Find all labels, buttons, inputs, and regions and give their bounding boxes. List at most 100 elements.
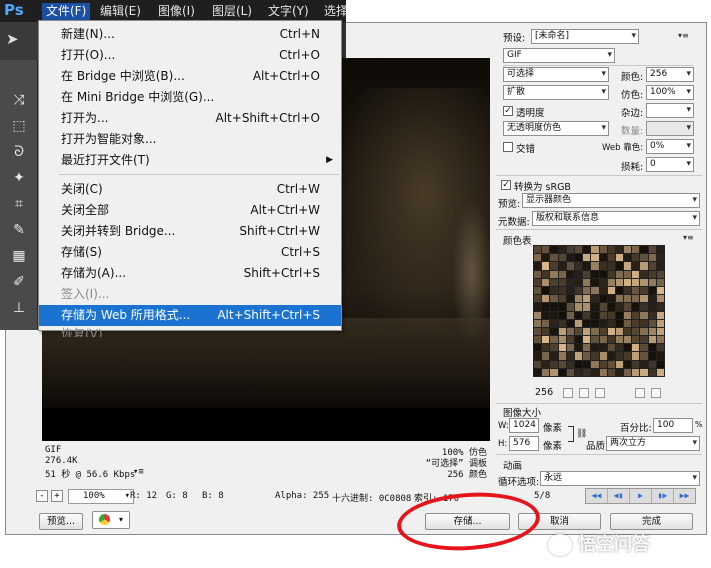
color-swatch[interactable] — [624, 360, 632, 368]
color-swatch[interactable] — [558, 352, 566, 360]
color-swatch[interactable] — [648, 336, 656, 344]
color-swatch[interactable] — [550, 286, 558, 295]
color-swatch[interactable] — [640, 360, 648, 368]
color-swatch[interactable] — [632, 368, 640, 376]
color-swatch[interactable] — [599, 278, 607, 286]
stamp-tool-icon[interactable]: ⊥ — [6, 296, 32, 320]
color-swatch[interactable] — [566, 286, 574, 295]
color-swatch[interactable] — [624, 278, 632, 286]
color-swatch[interactable] — [534, 295, 542, 303]
menu-item-close-go-bridge[interactable]: 关闭并转到 Bridge... Shift+Ctrl+W — [39, 221, 341, 242]
color-swatch[interactable] — [542, 344, 550, 352]
menu-item-save-as[interactable]: 存储为(A)... Shift+Ctrl+S — [39, 263, 341, 284]
color-swatch[interactable] — [656, 254, 664, 262]
color-swatch[interactable] — [656, 295, 664, 303]
color-swatch[interactable] — [534, 286, 542, 295]
color-swatch[interactable] — [583, 295, 591, 303]
color-swatch[interactable] — [615, 352, 624, 360]
color-swatch[interactable] — [632, 278, 640, 286]
color-swatch[interactable] — [566, 327, 574, 336]
color-swatch[interactable] — [599, 327, 607, 336]
color-swatch[interactable] — [656, 311, 664, 319]
panel-menu-icon[interactable]: ▾≡ — [678, 31, 689, 40]
color-swatch[interactable] — [534, 352, 542, 360]
color-swatch[interactable] — [607, 311, 615, 319]
color-swatch[interactable] — [632, 270, 640, 278]
color-swatch[interactable] — [542, 270, 550, 278]
color-swatch[interactable] — [534, 327, 542, 336]
color-swatch[interactable] — [624, 352, 632, 360]
color-swatch[interactable] — [566, 278, 574, 286]
color-swatch[interactable] — [632, 319, 640, 327]
color-swatch[interactable] — [550, 327, 558, 336]
menu-file[interactable]: 文件(F) — [42, 3, 91, 20]
color-swatch[interactable] — [648, 311, 656, 319]
matte-select[interactable] — [646, 103, 694, 118]
color-swatch[interactable] — [648, 344, 656, 352]
color-swatch[interactable] — [558, 262, 566, 270]
web-snap-select[interactable]: 0% — [646, 139, 694, 154]
color-swatch[interactable] — [632, 336, 640, 344]
color-swatch[interactable] — [534, 270, 542, 278]
map-color-icon[interactable] — [563, 388, 573, 398]
color-swatch[interactable] — [534, 303, 542, 311]
color-swatch[interactable] — [542, 262, 550, 270]
zoom-select[interactable]: 100% — [68, 489, 134, 504]
color-swatch[interactable] — [583, 327, 591, 336]
color-swatch[interactable] — [534, 246, 542, 254]
panel-menu-icon[interactable]: ▾≡ — [683, 233, 694, 242]
color-swatch[interactable] — [607, 368, 615, 376]
menu-item-open-as[interactable]: 打开为... Alt+Shift+Ctrl+O — [39, 108, 341, 129]
color-swatch[interactable] — [534, 336, 542, 344]
zoom-out-button[interactable]: - — [36, 490, 48, 502]
preview-select[interactable]: 显示器颜色 — [522, 193, 700, 208]
color-swatch[interactable] — [534, 262, 542, 270]
color-swatch[interactable] — [640, 278, 648, 286]
color-swatch[interactable] — [607, 344, 615, 352]
color-swatch[interactable] — [640, 327, 648, 336]
brush-tool-icon[interactable]: ✐ — [6, 270, 32, 294]
color-swatch[interactable] — [607, 270, 615, 278]
color-swatch[interactable] — [591, 270, 599, 278]
color-swatch[interactable] — [591, 286, 599, 295]
eyedropper-icon[interactable]: ✎ — [6, 218, 32, 242]
color-swatch[interactable] — [624, 311, 632, 319]
color-swatch[interactable] — [534, 344, 542, 352]
reduction-select[interactable]: 可选择 — [503, 67, 609, 82]
color-swatch[interactable] — [534, 360, 542, 368]
color-swatch[interactable] — [656, 270, 664, 278]
color-swatch[interactable] — [574, 319, 583, 327]
color-swatch[interactable] — [558, 319, 566, 327]
new-color-icon[interactable] — [635, 388, 645, 398]
color-swatch[interactable] — [583, 336, 591, 344]
color-swatch[interactable] — [534, 311, 542, 319]
color-swatch[interactable] — [583, 352, 591, 360]
color-swatch[interactable] — [591, 327, 599, 336]
color-swatch[interactable] — [542, 327, 550, 336]
color-swatch[interactable] — [542, 360, 550, 368]
color-swatch[interactable] — [558, 270, 566, 278]
color-swatch[interactable] — [615, 246, 624, 254]
color-swatch[interactable] — [566, 368, 574, 376]
color-swatch[interactable] — [550, 262, 558, 270]
color-swatch[interactable] — [615, 311, 624, 319]
menu-item-save[interactable]: 存储(S) Ctrl+S — [39, 242, 341, 263]
color-swatch[interactable] — [558, 303, 566, 311]
color-swatch[interactable] — [607, 262, 615, 270]
color-swatch[interactable] — [542, 303, 550, 311]
color-swatch[interactable] — [550, 344, 558, 352]
color-swatch[interactable] — [542, 278, 550, 286]
color-swatch[interactable] — [640, 270, 648, 278]
color-swatch[interactable] — [558, 254, 566, 262]
color-swatch[interactable] — [542, 336, 550, 344]
color-swatch[interactable] — [591, 254, 599, 262]
color-swatch[interactable] — [599, 319, 607, 327]
color-swatch[interactable] — [574, 262, 583, 270]
color-swatch[interactable] — [615, 254, 624, 262]
color-swatch[interactable] — [615, 319, 624, 327]
color-swatch[interactable] — [599, 295, 607, 303]
color-swatch[interactable] — [550, 319, 558, 327]
color-swatch[interactable] — [550, 254, 558, 262]
color-swatch[interactable] — [607, 360, 615, 368]
color-swatch[interactable] — [624, 270, 632, 278]
